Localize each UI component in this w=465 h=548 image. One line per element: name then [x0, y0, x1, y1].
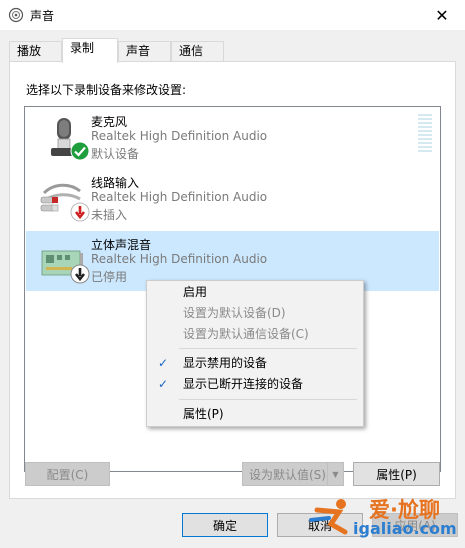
- level-meter: [418, 114, 432, 152]
- device-name: 立体声混音: [91, 238, 152, 252]
- device-driver: Realtek High Definition Audio: [91, 129, 268, 143]
- checkmark-icon: ✓: [158, 377, 169, 391]
- instruction-text: 选择以下录制设备来修改设置:: [26, 83, 187, 97]
- watermark-logo: 爱·尬聊 igaliao.com: [309, 492, 459, 540]
- device-status: 未插入: [91, 208, 128, 222]
- device-item-line-in[interactable]: 线路输入 Realtek High Definition Audio 未插入: [26, 169, 439, 229]
- menu-item-label: 显示已断开连接的设备: [183, 377, 304, 391]
- device-item-microphone[interactable]: 麦克风 Realtek High Definition Audio 默认设备: [26, 108, 439, 168]
- context-menu: 启用 设置为默认设备(D) 设置为默认通信设备(C) ✓ 显示禁用的设备 ✓ 显…: [146, 280, 364, 427]
- menu-separator: [179, 348, 357, 349]
- menu-item-label: 属性(P): [183, 407, 224, 421]
- device-driver: Realtek High Definition Audio: [91, 252, 268, 266]
- unplugged-arrow-icon: [70, 202, 90, 222]
- button-label: 确定: [212, 518, 237, 533]
- tab-playback[interactable]: 播放: [9, 41, 62, 62]
- title-bar: 声音 ✕: [0, 0, 465, 30]
- menu-item-label: 设置为默认设备(D): [183, 306, 286, 320]
- menu-item-label: 设置为默认通信设备(C): [183, 327, 309, 341]
- device-status: 已停用: [91, 270, 128, 284]
- watermark-url: igaliao.com: [353, 519, 457, 538]
- button-label: 属性(P): [376, 467, 417, 482]
- properties-button[interactable]: 属性(P): [353, 462, 440, 486]
- menu-item-show-disabled-devices[interactable]: ✓ 显示禁用的设备: [150, 353, 360, 374]
- menu-item-properties[interactable]: 属性(P): [150, 404, 360, 425]
- menu-item-label: 启用: [183, 285, 208, 299]
- ok-button[interactable]: 确定: [182, 513, 268, 537]
- default-check-icon: [70, 141, 90, 161]
- menu-item-set-default-device: 设置为默认设备(D): [150, 303, 360, 324]
- tab-label: 播放: [17, 44, 42, 58]
- tab-communications[interactable]: 通信: [171, 41, 224, 62]
- checkmark-icon: ✓: [158, 356, 169, 370]
- close-button[interactable]: ✕: [419, 0, 465, 30]
- button-label: 配置(C): [46, 467, 89, 482]
- device-driver: Realtek High Definition Audio: [91, 190, 268, 204]
- tab-recording[interactable]: 录制: [62, 38, 118, 63]
- device-status: 默认设备: [91, 147, 140, 161]
- window-title: 声音: [30, 9, 55, 23]
- menu-item-set-default-comm-device: 设置为默认通信设备(C): [150, 324, 360, 345]
- configure-button[interactable]: 配置(C): [25, 462, 110, 486]
- sound-dialog: 声音 ✕ 播放 录制 声音 通信 选择以下录制设备来修改设置: 麦克风 Real…: [0, 0, 465, 548]
- set-default-button[interactable]: 设为默认值(S) ▼: [242, 462, 344, 486]
- menu-item-label: 显示禁用的设备: [183, 356, 268, 370]
- menu-separator: [179, 399, 357, 400]
- tab-label: 通信: [179, 44, 204, 58]
- chevron-down-icon[interactable]: ▼: [327, 463, 343, 485]
- runner-logo-icon: [309, 499, 348, 535]
- device-name: 线路输入: [91, 176, 140, 190]
- tab-label: 声音: [126, 44, 151, 58]
- speaker-icon: [8, 7, 24, 23]
- button-label: 设为默认值(S): [249, 467, 326, 482]
- device-name: 麦克风: [91, 115, 128, 129]
- close-icon: ✕: [435, 5, 449, 25]
- menu-item-enable[interactable]: 启用: [150, 282, 360, 303]
- tab-sounds[interactable]: 声音: [118, 41, 171, 62]
- disabled-arrow-icon: [70, 264, 90, 284]
- menu-item-show-disconnected-devices[interactable]: ✓ 显示已断开连接的设备: [150, 374, 360, 395]
- tab-label: 录制: [70, 41, 95, 55]
